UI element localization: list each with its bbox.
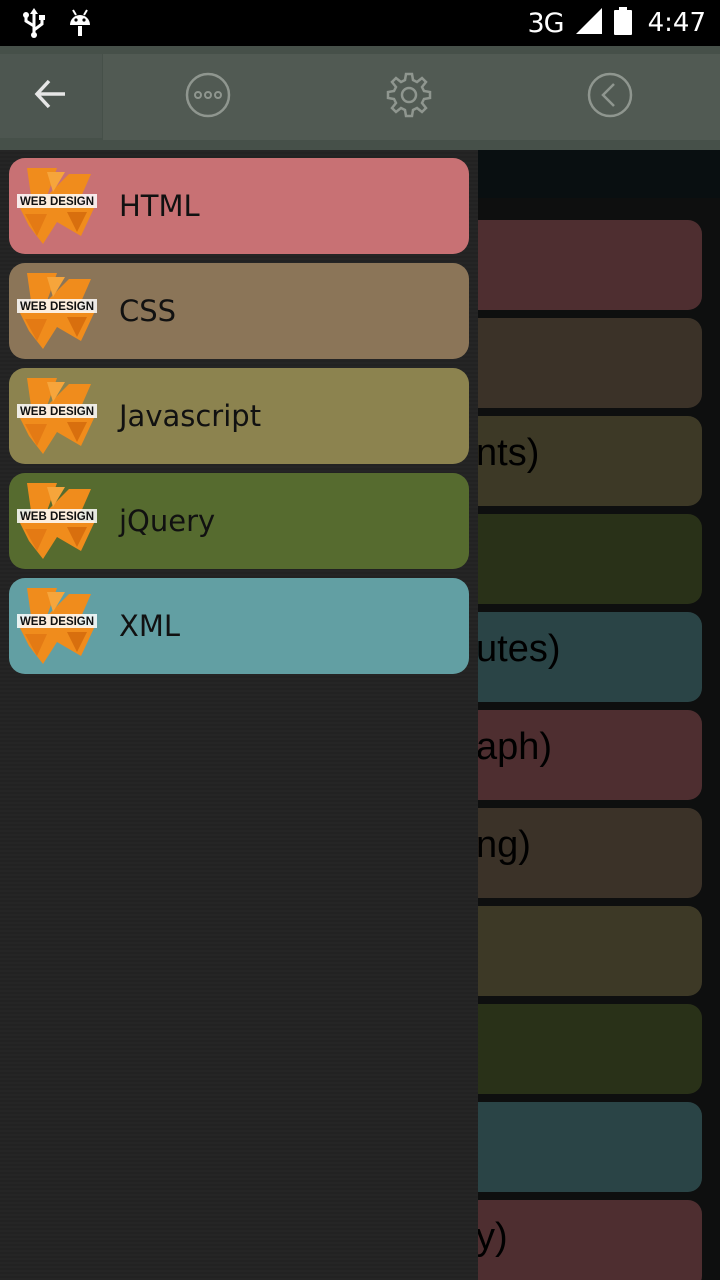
status-bar: 3G 4:47 [0, 0, 720, 46]
logo-text: WEB DESIGN [20, 616, 94, 628]
toolbar-actions [103, 54, 720, 140]
drawer-item-jquery[interactable]: WEB DESIGN jQuery [9, 473, 469, 569]
settings-button[interactable] [369, 54, 449, 140]
list-item[interactable] [440, 1004, 702, 1094]
web-design-logo: WEB DESIGN [17, 168, 97, 244]
web-design-logo: WEB DESIGN [17, 588, 97, 664]
android-debug-icon [68, 8, 92, 42]
list-item-label: ng) [476, 824, 531, 866]
circle-back-button[interactable] [570, 54, 650, 140]
battery-icon [613, 7, 632, 39]
circle-back-icon [586, 71, 634, 123]
drawer-item-javascript[interactable]: WEB DESIGN Javascript [9, 368, 469, 464]
list-item-label: y) [476, 1216, 508, 1258]
drawer-item-label: CSS [119, 294, 177, 328]
drawer-item-css[interactable]: WEB DESIGN CSS [9, 263, 469, 359]
more-options-icon [184, 71, 232, 123]
drawer-item-html[interactable]: WEB DESIGN HTML [9, 158, 469, 254]
list-item-label: aph) [476, 726, 553, 768]
web-design-logo: WEB DESIGN [17, 378, 97, 454]
signal-icon [575, 8, 602, 38]
usb-icon [22, 8, 46, 42]
list-item[interactable] [440, 514, 702, 604]
list-item[interactable]: nts) [440, 416, 702, 506]
drawer-item-xml[interactable]: WEB DESIGN XML [9, 578, 469, 674]
logo-text: WEB DESIGN [20, 511, 94, 523]
web-design-logo: WEB DESIGN [17, 483, 97, 559]
back-arrow-icon [33, 76, 69, 116]
drawer-item-label: jQuery [119, 504, 216, 538]
drawer-item-label: Javascript [119, 399, 262, 433]
logo-text: WEB DESIGN [20, 301, 94, 313]
list-item-label: utes) [476, 628, 561, 670]
drawer-item-label: HTML [119, 189, 200, 223]
more-options-button[interactable] [168, 54, 248, 140]
list-item[interactable] [440, 220, 702, 310]
toolbar [0, 46, 720, 150]
back-button[interactable] [0, 54, 102, 138]
logo-text: WEB DESIGN [20, 406, 94, 418]
list-item[interactable]: ng) [440, 808, 702, 898]
list-item[interactable]: utes) [440, 612, 702, 702]
drawer-item-label: XML [119, 609, 181, 643]
list-item[interactable] [440, 318, 702, 408]
logo-text: WEB DESIGN [20, 196, 94, 208]
list-item[interactable] [440, 1102, 702, 1192]
list-item-label: nts) [476, 432, 540, 474]
navigation-drawer: WEB DESIGN HTML WEB DESIGN CSS WEB DESIG… [0, 150, 478, 1280]
list-item[interactable]: aph) [440, 710, 702, 800]
network-type: 3G [527, 7, 565, 39]
web-design-logo: WEB DESIGN [17, 273, 97, 349]
list-item[interactable] [440, 906, 702, 996]
clock: 4:47 [647, 8, 706, 38]
list-item[interactable]: y) [440, 1200, 702, 1280]
settings-gear-icon [385, 71, 433, 123]
